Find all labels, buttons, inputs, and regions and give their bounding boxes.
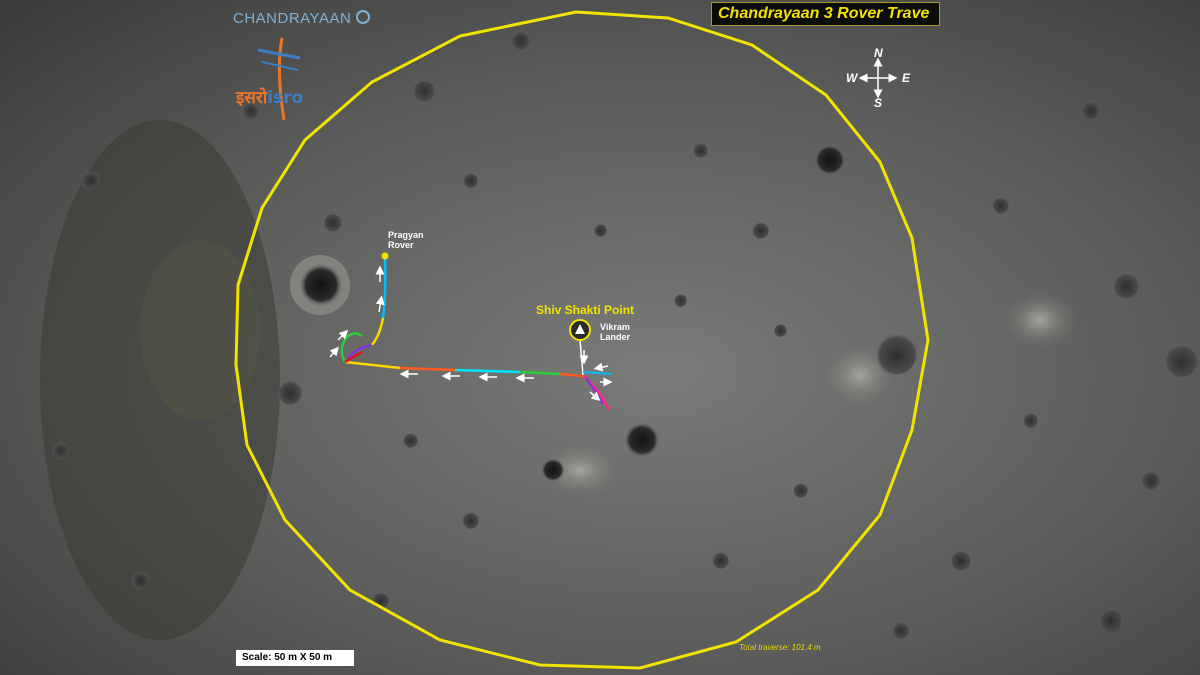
crater [773, 323, 787, 337]
crater [1162, 342, 1198, 378]
highland-tint [140, 240, 260, 420]
landing-site-label: Shiv Shakti Point [536, 303, 635, 317]
crater [1140, 470, 1160, 490]
isro-hindi-text: इसरो [236, 88, 268, 108]
isro-english-text: isro [267, 88, 304, 108]
crater [814, 144, 846, 176]
crater [322, 212, 342, 232]
crater [711, 551, 729, 569]
crater [792, 482, 808, 498]
lander-label-line1: Vikram [600, 322, 630, 332]
rover-label-line1: Pragyan [388, 230, 424, 240]
crater [1080, 100, 1100, 120]
map-view: CHANDRAYAAN इसरोisro Chandrayaan 3 Rover… [0, 0, 1200, 675]
crater [130, 570, 150, 590]
crater [891, 621, 909, 639]
crater [1097, 607, 1123, 633]
crater [461, 511, 479, 529]
lander-marker [569, 319, 591, 341]
crater [751, 221, 769, 239]
chandrayaan-wordmark: CHANDRAYAAN [233, 10, 352, 27]
crater [51, 441, 69, 459]
lander-label-line2: Lander [600, 332, 631, 342]
crater [593, 223, 607, 237]
isro-wordmark: इसरोisro [236, 85, 303, 108]
rover-position-marker [381, 252, 389, 260]
crater [510, 30, 530, 50]
crater [299, 263, 343, 307]
crater [462, 172, 478, 188]
crater [1022, 412, 1038, 428]
crater [624, 422, 660, 458]
crater [411, 78, 435, 102]
compass-east-label: E [902, 71, 911, 85]
scale-indicator: Scale: 50 m X 50 m [236, 650, 354, 666]
crater [991, 196, 1009, 214]
crater [1111, 271, 1139, 299]
crater [873, 331, 917, 375]
rover-label-line2: Rover [388, 240, 414, 250]
compass-west-label: W [846, 71, 858, 85]
crater [276, 379, 302, 405]
crater [80, 170, 100, 190]
compass-south-label: S [874, 96, 883, 110]
total-traverse-label: Total traverse: 101.4 m [739, 643, 821, 652]
lander-label: Vikram Lander [600, 322, 630, 342]
rover-label: Pragyan Rover [388, 230, 424, 250]
crater [673, 293, 687, 307]
crater [541, 458, 565, 482]
compass-north-label: N [874, 46, 883, 60]
crater [949, 549, 971, 571]
crater [402, 432, 418, 448]
map-title: Chandrayaan 3 Rover Trave [711, 2, 940, 26]
crater [692, 142, 708, 158]
compass-labels: N S W E [844, 46, 914, 112]
bright-patch [1000, 290, 1080, 350]
